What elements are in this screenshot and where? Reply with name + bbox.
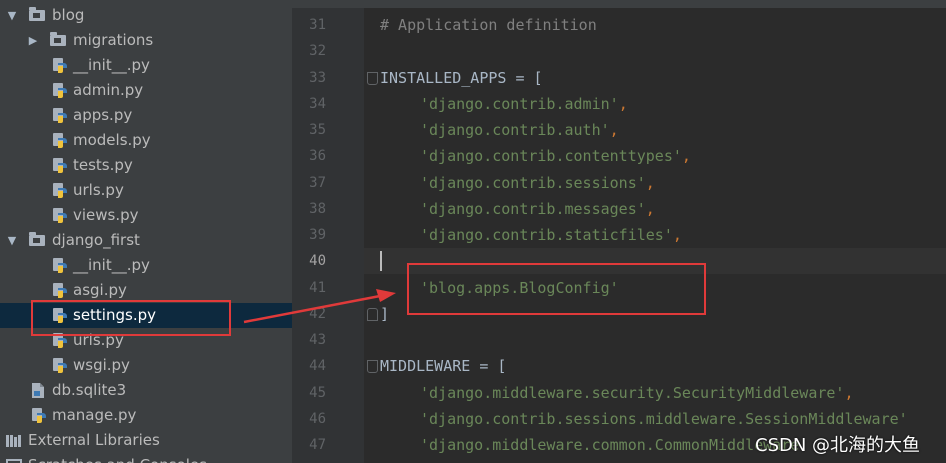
annotation-arrow <box>243 289 396 324</box>
arrow-shaft <box>243 294 381 324</box>
watermark: CSDN @北海的大鱼 <box>755 435 921 456</box>
arrow-head-icon <box>376 289 396 302</box>
